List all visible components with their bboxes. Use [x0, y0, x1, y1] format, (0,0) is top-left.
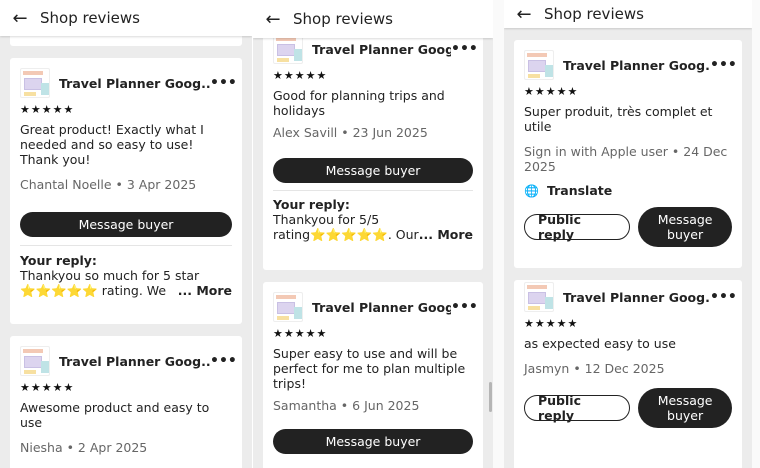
your-reply-label: Your reply:: [273, 197, 350, 212]
more-options-icon[interactable]: •••: [710, 289, 737, 305]
scrollbar-thumb[interactable]: [489, 382, 492, 412]
reply-more-link[interactable]: ... More: [273, 227, 473, 242]
star-rating: ★★★★★: [524, 317, 579, 330]
product-name[interactable]: Travel Planner Goog...: [312, 300, 451, 315]
public-reply-button[interactable]: Public reply: [524, 393, 631, 423]
reviewer-meta: Niesha • 2 Apr 2025: [20, 440, 148, 455]
app-bar: ← Shop reviews: [253, 0, 493, 38]
product-name[interactable]: Travel Planner Goog...: [563, 58, 710, 73]
product-thumbnail[interactable]: [20, 346, 50, 376]
reviewer-meta: Chantal Noelle • 3 Apr 2025: [20, 177, 197, 192]
previous-card-end: [10, 36, 242, 46]
product-name[interactable]: Travel Planner Goog...: [59, 76, 210, 91]
panel-3: ← Shop reviews Travel Planner Goog... ••…: [504, 0, 752, 468]
more-options-icon[interactable]: •••: [451, 41, 478, 57]
message-buyer-button[interactable]: Message buyer: [638, 207, 732, 247]
page-title: Shop reviews: [293, 10, 393, 28]
translate-label: Translate: [546, 183, 613, 198]
product-name[interactable]: Travel Planner Goog...: [312, 42, 451, 57]
review-text: Good for planning trips and holidays: [273, 88, 445, 118]
reviewer-meta: Samantha • 6 Jun 2025: [273, 398, 420, 413]
back-arrow-icon[interactable]: ←: [253, 9, 293, 30]
panel-2: Travel Planner Goog... ••• ★★★★★ Good fo…: [253, 0, 493, 468]
your-reply-section: Your reply: Thankyou for 5/5 rating⭐⭐⭐⭐⭐…: [273, 190, 473, 242]
product-thumbnail[interactable]: [273, 34, 303, 64]
panel-1: ← Shop reviews Travel Planner Goog... ••…: [0, 0, 252, 468]
more-options-icon[interactable]: •••: [210, 353, 237, 369]
product-thumbnail[interactable]: [273, 292, 303, 322]
review-text: Awesome product and easy to use: [20, 400, 210, 430]
reviewer-meta: Jasmyn • 12 Dec 2025: [524, 361, 665, 376]
star-rating: ★★★★★: [20, 103, 75, 116]
globe-icon: 🌐: [524, 183, 539, 198]
review-text: Super produit, très complet et utile: [524, 104, 713, 134]
back-arrow-icon[interactable]: ←: [0, 8, 40, 29]
panel-divider: [752, 0, 760, 468]
message-buyer-button[interactable]: Message buyer: [273, 429, 473, 454]
review-text: Super easy to use and will be perfect fo…: [273, 346, 466, 391]
review-text: as expected easy to use: [524, 336, 676, 351]
reply-more-link[interactable]: ... More: [20, 283, 232, 298]
product-name[interactable]: Travel Planner Goog...: [563, 290, 710, 305]
review-card: Travel Planner Goog... ••• ★★★★★ Super p…: [514, 40, 742, 268]
your-reply-section: Your reply: Thankyou so much for 5 star …: [20, 245, 232, 298]
product-thumbnail[interactable]: [524, 282, 554, 312]
message-buyer-button[interactable]: Message buyer: [638, 388, 732, 428]
star-rating: ★★★★★: [20, 381, 75, 394]
page-title: Shop reviews: [544, 5, 644, 23]
translate-link[interactable]: 🌐 Translate: [524, 183, 732, 198]
product-thumbnail[interactable]: [524, 50, 554, 80]
review-card: Travel Planner Goog... ••• ★★★★★ Awesome…: [10, 336, 242, 468]
app-bar: ← Shop reviews: [504, 0, 752, 28]
back-arrow-icon[interactable]: ←: [504, 4, 544, 25]
message-buyer-button[interactable]: Message buyer: [20, 212, 232, 237]
reviewer-meta: Sign in with Apple user • 24 Dec 2025: [524, 144, 728, 174]
review-card: Travel Planner Goog... ••• ★★★★★ as expe…: [514, 280, 742, 468]
star-rating: ★★★★★: [273, 69, 328, 82]
review-card: Travel Planner Goog... ••• ★★★★★ Good fo…: [263, 30, 483, 270]
more-options-icon[interactable]: •••: [451, 299, 478, 315]
star-rating: ★★★★★: [273, 327, 328, 340]
panel-divider: [493, 0, 504, 468]
reviewer-meta: Alex Savill • 23 Jun 2025: [273, 125, 428, 140]
review-card: Travel Planner Goog... ••• ★★★★★ Super e…: [263, 282, 483, 468]
public-reply-button[interactable]: Public reply: [524, 212, 631, 242]
more-options-icon[interactable]: •••: [710, 57, 737, 73]
app-bar: ← Shop reviews: [0, 0, 252, 36]
star-rating: ★★★★★: [524, 85, 579, 98]
review-text: Great product! Exactly what I needed and…: [20, 122, 204, 167]
message-buyer-button[interactable]: Message buyer: [273, 158, 473, 183]
product-thumbnail[interactable]: [20, 68, 50, 98]
product-name[interactable]: Travel Planner Goog...: [59, 354, 210, 369]
page-title: Shop reviews: [40, 9, 140, 27]
more-options-icon[interactable]: •••: [210, 75, 237, 91]
review-card: Travel Planner Goog... ••• ★★★★★ Great p…: [10, 58, 242, 324]
your-reply-label: Your reply:: [20, 253, 97, 268]
